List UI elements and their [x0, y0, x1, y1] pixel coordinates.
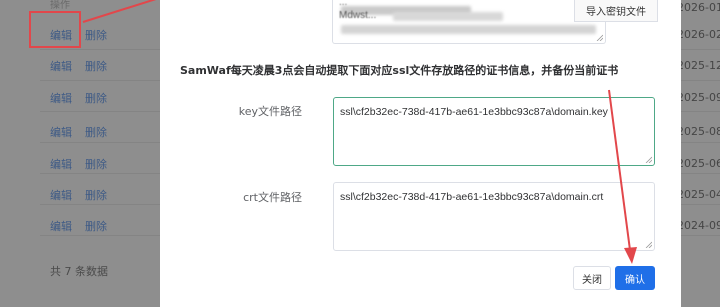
- column-header-actions: 操作: [50, 0, 70, 11]
- close-button[interactable]: 关闭: [573, 266, 611, 290]
- delete-link[interactable]: 删除: [85, 156, 107, 172]
- key-path-label: key文件路径: [238, 105, 302, 118]
- edit-link[interactable]: 编辑: [50, 187, 72, 203]
- delete-link[interactable]: 删除: [85, 124, 107, 140]
- edit-link[interactable]: 编辑: [50, 218, 72, 234]
- delete-link[interactable]: 删除: [85, 58, 107, 74]
- crt-path-input[interactable]: ssl\cf2b32ec-738d-417b-ae61-1e3bbc93c87a…: [333, 182, 655, 251]
- total-count: 共 7 条数据: [50, 265, 108, 278]
- edit-link[interactable]: 编辑: [50, 90, 72, 106]
- date-cell: 2025-06-2: [677, 157, 720, 170]
- date-cell: 2025-04-0: [677, 188, 720, 201]
- ssl-config-dialog: ... Mdwst... 导入密钥文件 SamWaf每天凌晨3点会自动提取下面对…: [160, 0, 681, 307]
- resize-handle-icon[interactable]: [645, 241, 652, 248]
- date-cell: 2025-09-0: [677, 91, 720, 104]
- delete-link[interactable]: 删除: [85, 218, 107, 234]
- delete-link[interactable]: 删除: [85, 90, 107, 106]
- resize-handle-icon[interactable]: [645, 156, 652, 163]
- edit-link[interactable]: 编辑: [50, 124, 72, 140]
- ssl-notice-text: SamWaf每天凌晨3点会自动提取下面对应ssl文件存放路径的证书信息，并备份当…: [180, 64, 619, 77]
- date-cell: 2025-12-2: [677, 59, 720, 72]
- edit-link[interactable]: 编辑: [50, 156, 72, 172]
- annotation-highlight-box: [29, 11, 81, 48]
- delete-link[interactable]: 删除: [85, 187, 107, 203]
- date-cell: 2026-01-: [677, 1, 720, 14]
- date-cell: 2025-08-2: [677, 125, 720, 138]
- crt-path-value: ssl\cf2b32ec-738d-417b-ae61-1e3bbc93c87a…: [340, 191, 604, 203]
- date-cell: 2026-02-2: [677, 28, 720, 41]
- edit-link[interactable]: 编辑: [50, 58, 72, 74]
- resize-handle-icon[interactable]: [596, 34, 603, 41]
- blurred-text: Mdwst...: [339, 10, 377, 21]
- delete-link[interactable]: 删除: [85, 27, 107, 43]
- key-path-value: ssl\cf2b32ec-738d-417b-ae61-1e3bbc93c87a…: [340, 106, 608, 118]
- blurred-line: [393, 12, 503, 21]
- crt-path-label: crt文件路径: [243, 191, 302, 204]
- confirm-button[interactable]: 确认: [615, 266, 655, 290]
- certificate-content-field[interactable]: ... Mdwst...: [332, 0, 606, 44]
- date-cell: 2024-09-1: [677, 219, 720, 232]
- key-path-input[interactable]: ssl\cf2b32ec-738d-417b-ae61-1e3bbc93c87a…: [333, 97, 655, 166]
- blurred-line: [341, 25, 596, 34]
- import-key-file-button[interactable]: 导入密钥文件: [574, 0, 658, 22]
